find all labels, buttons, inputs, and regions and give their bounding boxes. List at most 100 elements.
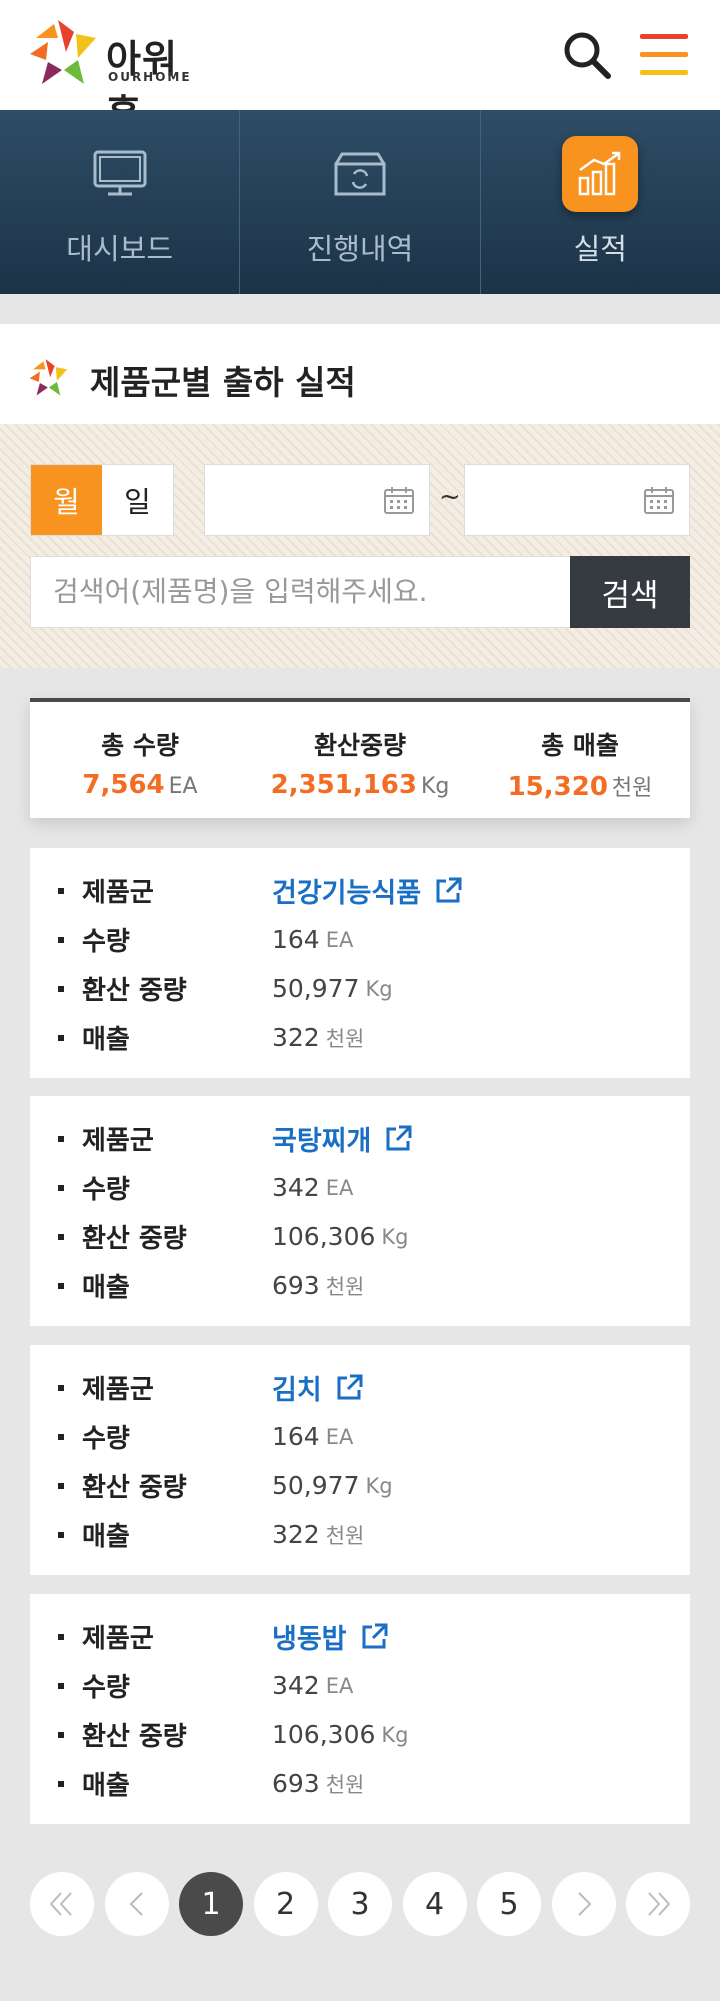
row-label: 환산 중량 [82,1722,187,1752]
bullet-icon [58,936,64,943]
search-submit-button[interactable]: 검색 [570,556,690,628]
group-link[interactable]: 냉동밥 [272,1617,389,1656]
calendar-icon[interactable] [643,485,675,515]
star-logo-icon [29,359,68,396]
search-button[interactable] [560,28,616,84]
bullet-icon [58,1282,64,1289]
qty-unit: EA [325,1424,354,1449]
calendar-icon[interactable] [383,485,415,515]
group-link[interactable]: 건강기능식품 [272,871,463,910]
group-name[interactable]: 건강기능식품 [272,871,421,910]
row-label: 환산 중량 [82,1224,187,1254]
page-3-button[interactable]: 3 [328,1872,392,1936]
page-title: 제품군별 출하 실적 [90,363,356,402]
product-card: 제품군 국탕찌개 수량 342 EA 환산 중량 106,306 Kg 매출 693 천원 [30,1096,690,1326]
sales-value: 693 [272,1271,320,1300]
search-icon [564,32,611,79]
bullet-icon [58,1135,64,1142]
summary-value: 7,564 [82,770,165,800]
row-label: 수량 [82,927,130,957]
weight-row: 환산 중량 106,306 Kg [58,1212,690,1261]
weight-row: 환산 중량 50,977 Kg [58,1461,690,1510]
weight-value: 106,306 [272,1222,376,1251]
next-page-button[interactable] [551,1872,616,1936]
row-label: 수량 [82,1175,130,1205]
group-row: 제품군 김치 [58,1363,690,1412]
search-input[interactable]: 검색어(제품명)을 입력해주세요. [30,556,570,628]
nav-label: 대시보드 [66,232,174,266]
group-link[interactable]: 국탕찌개 [272,1119,413,1158]
sales-row: 매출 693 천원 [58,1261,690,1310]
product-card: 제품군 냉동밥 수량 342 EA 환산 중량 106,306 Kg 매출 693 천원 [30,1594,690,1824]
weight-unit: Kg [381,1722,409,1747]
bullet-icon [58,887,64,894]
summary-label: 환산중량 [313,731,406,760]
last-page-button[interactable] [626,1872,690,1936]
main-nav: 대시보드 진행내역 실적 [0,110,720,294]
qty-value: 342 [272,1671,320,1700]
page-1-button[interactable]: 1 [179,1872,243,1936]
chevron-right-icon [577,1892,591,1916]
qty-value: 342 [272,1173,320,1202]
date-from-input[interactable] [204,464,430,536]
nav-progress[interactable]: 진행내역 [240,110,481,294]
group-name[interactable]: 김치 [272,1368,322,1407]
row-label: 매출 [82,1273,130,1303]
date-to-input[interactable] [464,464,690,536]
qty-row: 수량 342 EA [58,1163,690,1212]
row-label: 매출 [82,1771,130,1801]
group-row: 제품군 국탕찌개 [58,1114,690,1163]
external-link-icon [337,1374,363,1399]
group-name[interactable]: 국탕찌개 [272,1119,371,1158]
qty-row: 수량 164 EA [58,1412,690,1461]
weight-value: 106,306 [272,1720,376,1749]
ourhome-logo[interactable]: 아워홈 OURHOME [28,18,208,136]
star-logo-icon [30,20,96,84]
pagination: 1 2 3 4 5 [30,1872,690,1938]
chevron-left-icon [129,1892,143,1916]
group-row: 제품군 건강기능식품 [58,866,690,915]
row-label: 제품군 [82,1375,154,1405]
sales-unit: 천원 [325,1772,365,1797]
first-page-button[interactable] [30,1872,94,1936]
bullet-icon [58,1780,64,1787]
page-2-button[interactable]: 2 [253,1872,318,1936]
weight-row: 환산 중량 106,306 Kg [58,1710,690,1759]
period-toggle: 월 일 [30,464,174,536]
page-5-button[interactable]: 5 [477,1872,541,1936]
date-separator: ~ [439,482,461,512]
group-link[interactable]: 김치 [272,1368,364,1407]
row-label: 제품군 [82,1624,154,1654]
external-link-icon [436,877,462,902]
sales-unit: 천원 [325,1274,365,1299]
bullet-icon [58,1184,64,1191]
page-4-button[interactable]: 4 [402,1872,467,1936]
row-label: 매출 [82,1522,130,1552]
prev-page-button[interactable] [104,1872,169,1936]
row-label: 수량 [82,1424,130,1454]
qty-value: 164 [272,925,320,954]
hamburger-line-icon [640,34,688,39]
qty-unit: EA [325,1673,354,1698]
nav-performance[interactable]: 실적 [481,110,720,294]
qty-unit: EA [325,1175,354,1200]
monitor-icon [82,136,158,212]
summary-label: 총 매출 [541,731,619,760]
header: 아워홈 OURHOME [0,0,720,136]
summary-sales: 총 매출 15,320 천원 [470,702,690,818]
row-label: 제품군 [82,878,154,908]
bullet-icon [58,1034,64,1041]
toggle-day[interactable]: 일 [102,465,173,535]
external-link-icon [386,1125,412,1150]
summary-unit: EA [168,774,198,799]
nav-label: 실적 [573,232,627,266]
bullet-icon [58,1682,64,1689]
group-row: 제품군 냉동밥 [58,1612,690,1661]
nav-dashboard[interactable]: 대시보드 [0,110,241,294]
bullet-icon [58,1531,64,1538]
group-name[interactable]: 냉동밥 [272,1617,347,1656]
menu-button[interactable] [638,30,690,80]
qty-row: 수량 342 EA [58,1661,690,1710]
toggle-month[interactable]: 월 [31,465,102,535]
weight-value: 50,977 [272,1471,360,1500]
